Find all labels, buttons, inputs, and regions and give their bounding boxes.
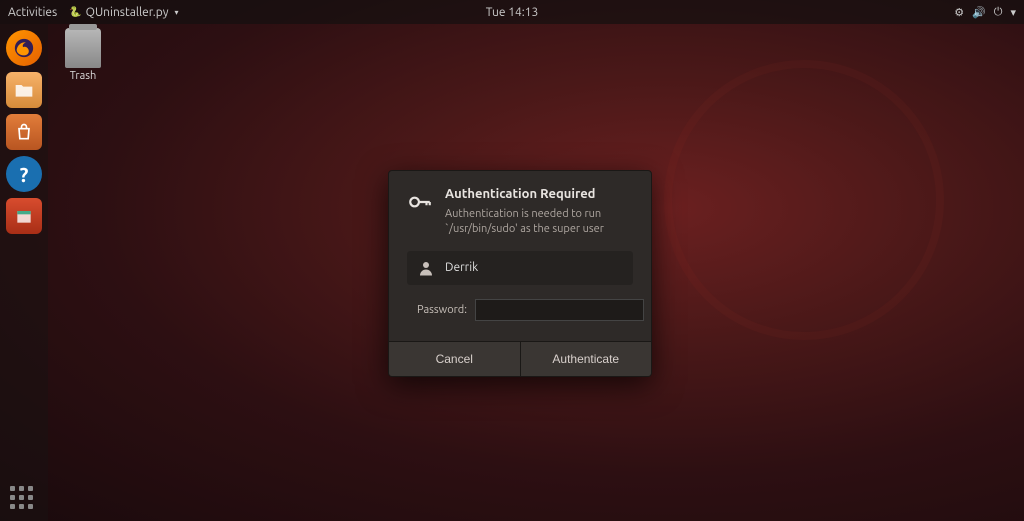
dock-files[interactable]: [6, 72, 42, 108]
chevron-down-icon: ▾: [175, 8, 179, 17]
user-row: Derrik: [407, 251, 633, 285]
dialog-message: Authentication is needed to run `/usr/bi…: [445, 207, 633, 237]
network-icon[interactable]: ⚙: [954, 6, 964, 19]
dialog-button-bar: Cancel Authenticate: [389, 341, 651, 376]
dock-app[interactable]: [6, 198, 42, 234]
password-label: Password:: [417, 304, 467, 316]
firefox-icon: [13, 37, 35, 59]
activities-button[interactable]: Activities: [8, 6, 57, 19]
folder-icon: [14, 81, 34, 99]
package-icon: [14, 206, 34, 226]
password-input[interactable]: [475, 299, 644, 321]
show-applications-button[interactable]: [10, 486, 33, 509]
volume-icon[interactable]: 🔊: [972, 6, 986, 19]
cancel-button[interactable]: Cancel: [389, 342, 521, 376]
dock: ?: [0, 24, 48, 521]
dock-firefox[interactable]: [6, 30, 42, 66]
dock-help[interactable]: ?: [6, 156, 42, 192]
bag-icon: [14, 122, 34, 142]
question-icon: ?: [20, 163, 29, 186]
wallpaper-mascot: [664, 60, 944, 340]
app-menu[interactable]: 🐍 QUninstaller.py ▾: [69, 6, 178, 19]
app-name-label: QUninstaller.py: [86, 6, 169, 19]
trash-icon: [65, 28, 101, 68]
clock[interactable]: Tue 14:13: [486, 6, 539, 19]
dock-software[interactable]: [6, 114, 42, 150]
chevron-down-icon[interactable]: ▾: [1010, 6, 1016, 19]
key-icon: [407, 189, 433, 215]
top-bar: Activities 🐍 QUninstaller.py ▾ Tue 14:13…: [0, 0, 1024, 24]
password-row: Password:: [407, 295, 633, 327]
dialog-title: Authentication Required: [445, 187, 633, 201]
power-icon[interactable]: ⏻: [994, 6, 1003, 19]
auth-dialog: Authentication Required Authentication i…: [388, 170, 652, 377]
desktop-trash[interactable]: Trash: [58, 28, 108, 82]
trash-label: Trash: [58, 70, 108, 82]
user-icon: [417, 259, 435, 277]
user-name: Derrik: [445, 261, 478, 274]
python-icon: 🐍: [69, 6, 81, 18]
authenticate-button[interactable]: Authenticate: [521, 342, 652, 376]
